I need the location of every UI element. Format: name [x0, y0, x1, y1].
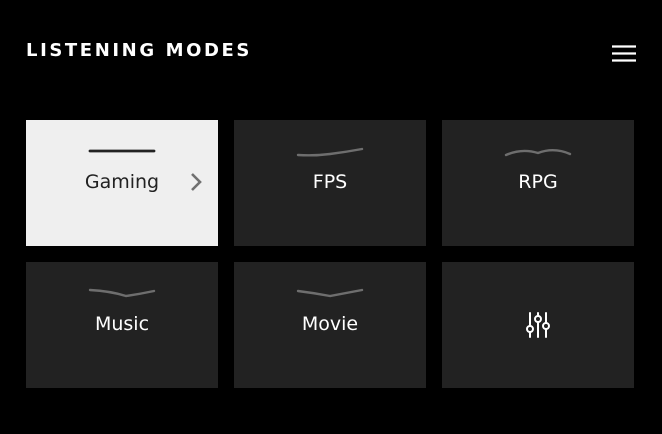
rpg-eq-curve-icon [504, 149, 572, 157]
mode-tile-gaming[interactable]: Gaming [26, 120, 218, 246]
hamburger-menu-icon[interactable] [608, 40, 640, 68]
mode-tile-custom-eq[interactable] [442, 262, 634, 388]
mode-tile-music[interactable]: Music [26, 262, 218, 388]
mode-label-music: Music [94, 313, 150, 335]
mode-tile-rpg[interactable]: RPG [442, 120, 634, 246]
music-eq-curve-icon [88, 288, 156, 298]
fps-eq-curve-icon [296, 147, 364, 157]
mode-tile-fps[interactable]: FPS [234, 120, 426, 246]
mode-label-rpg: RPG [518, 171, 558, 193]
equalizer-sliders-icon [526, 312, 550, 338]
mode-label-fps: FPS [312, 171, 348, 193]
menu-button[interactable] [608, 40, 640, 68]
page-title: LISTENING MODES [26, 40, 252, 61]
mode-label-movie: Movie [301, 313, 359, 335]
mode-tile-movie[interactable]: Movie [234, 262, 426, 388]
chevron-right-icon [191, 173, 202, 191]
flat-eq-curve-icon [88, 149, 156, 153]
movie-eq-curve-icon [296, 288, 364, 298]
